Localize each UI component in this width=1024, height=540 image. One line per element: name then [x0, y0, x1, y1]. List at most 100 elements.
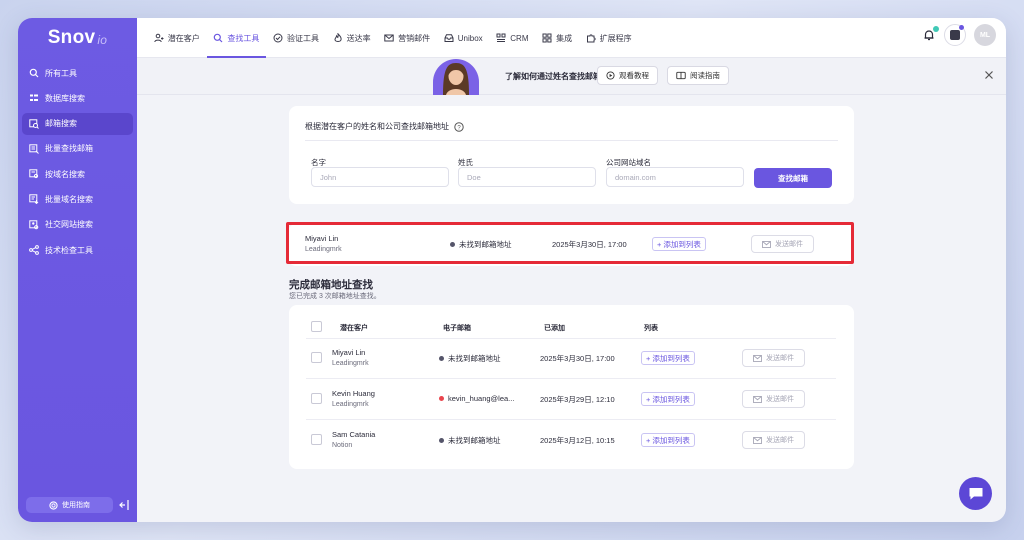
database-icon	[30, 94, 38, 102]
form-divider	[305, 140, 838, 141]
grid-icon	[542, 33, 552, 43]
tab-label: 潜在客户	[167, 33, 200, 43]
send-email-button[interactable]: 发送邮件	[742, 349, 805, 367]
sidebar-item-database-search[interactable]: 数据库搜索	[22, 87, 133, 109]
result-status-text: 未找到邮箱地址	[459, 240, 512, 249]
send-email-button[interactable]: 发送邮件	[742, 390, 805, 408]
bulk-domain-icon	[29, 194, 39, 205]
tab-deliverability[interactable]: 送达率	[326, 18, 378, 58]
social-icon	[29, 220, 39, 230]
row-date: 2025年3月12日, 10:15	[540, 436, 615, 445]
sidebar-item-bulk-email[interactable]: 批量查找邮箱	[22, 138, 133, 160]
row-checkbox[interactable]	[311, 434, 322, 445]
sidebar-item-tech-checker[interactable]: 技术检查工具	[22, 239, 133, 261]
result-date: 2025年3月30日, 17:00	[552, 240, 627, 249]
bulk-mail-icon	[29, 144, 39, 154]
notifications-button[interactable]	[922, 26, 939, 42]
row-name: Kevin Huang	[332, 389, 375, 398]
send-email-button[interactable]: 发送邮件	[742, 431, 805, 449]
user-guide-button[interactable]: 使用指南	[26, 497, 113, 513]
header-list: 列表	[644, 325, 658, 332]
inbox-icon	[444, 34, 454, 42]
sidebar-nav: 所有工具 数据库搜索 邮箱搜索 批量查找邮箱 按域名搜索 批量域名搜索 社交网站…	[22, 62, 133, 264]
sidebar-item-all-tools[interactable]: 所有工具	[22, 62, 133, 84]
tutorial-banner: 了解如何通过姓名查找邮箱 观看教程 阅读指南	[137, 58, 1006, 95]
close-icon[interactable]	[984, 70, 994, 80]
tab-crm[interactable]: CRM	[489, 18, 535, 58]
sidebar-item-label: 社交网站搜索	[45, 220, 93, 230]
add-to-list-button[interactable]: + 添加到列表	[641, 351, 695, 365]
domain-field[interactable]: domain.com	[606, 167, 744, 187]
find-email-button[interactable]: 查找邮箱	[754, 168, 832, 188]
search-icon	[29, 68, 39, 78]
header-added: 已添加	[544, 325, 565, 332]
tech-icon	[29, 245, 39, 255]
row-date: 2025年3月30日, 17:00	[540, 354, 615, 363]
last-name-field[interactable]: Doe	[458, 167, 596, 187]
avatar[interactable]: ML	[974, 24, 996, 46]
puzzle-icon	[586, 34, 596, 43]
sidebar-item-label: 所有工具	[45, 68, 77, 78]
add-to-list-button[interactable]: + 添加到列表	[641, 433, 695, 447]
read-guide-button[interactable]: 阅读指南	[667, 66, 729, 85]
row-checkbox[interactable]	[311, 393, 322, 404]
collapse-sidebar-icon[interactable]	[119, 499, 129, 511]
flame-icon	[334, 33, 342, 42]
sidebar-item-email-search[interactable]: 邮箱搜索	[22, 112, 133, 135]
tab-verify-tools[interactable]: 验证工具	[266, 18, 326, 58]
help-icon[interactable]: ?	[454, 121, 464, 132]
completed-title: 完成邮箱地址查找	[289, 279, 373, 291]
row-divider	[306, 419, 836, 420]
logo[interactable]: Snov io	[18, 18, 137, 58]
tab-campaigns[interactable]: 营销邮件	[377, 18, 437, 58]
people-icon	[154, 33, 164, 43]
banner-text: 了解如何通过姓名查找邮箱	[505, 72, 601, 81]
app-window: Snov io 所有工具 数据库搜索 邮箱搜索 批量查找邮箱 按域名搜索 批量域…	[18, 18, 1006, 522]
tab-find-tools[interactable]: 查找工具	[206, 18, 267, 58]
watch-tutorial-label: 观看教程	[619, 71, 649, 80]
tab-label: CRM	[510, 33, 529, 43]
sidebar-item-domain-search[interactable]: 按域名搜索	[22, 163, 133, 185]
search-icon	[214, 33, 223, 43]
tab-integrations[interactable]: 集成	[535, 18, 579, 58]
row-divider	[306, 338, 836, 339]
send-email-label: 发送邮件	[766, 355, 794, 362]
sidebar-item-bulk-domain[interactable]: 批量域名搜索	[22, 188, 133, 210]
apps-badge	[959, 25, 964, 30]
tab-prospects[interactable]: 潜在客户	[147, 18, 207, 58]
app-square-icon	[950, 30, 960, 40]
current-search-result: Miyavi Lin Leadingmrk 未找到邮箱地址 2025年3月30日…	[288, 224, 854, 266]
row-status-text: 未找到邮箱地址	[448, 436, 501, 445]
play-circle-icon	[606, 71, 615, 80]
add-to-list-button[interactable]: + 添加到列表	[641, 392, 695, 406]
add-to-list-label: 添加到列表	[652, 353, 690, 363]
sidebar-item-label: 批量域名搜索	[45, 194, 93, 204]
sidebar-item-label: 数据库搜索	[45, 93, 85, 103]
row-checkbox[interactable]	[311, 352, 322, 363]
tab-extensions[interactable]: 扩展程序	[579, 18, 639, 58]
form-title-text: 根据潜在客户的姓名和公司查找邮箱地址	[305, 122, 449, 131]
row-name: Sam Catania	[332, 430, 376, 439]
select-all-checkbox[interactable]	[311, 321, 322, 332]
chat-button[interactable]	[959, 477, 992, 510]
row-date: 2025年3月29日, 12:10	[540, 395, 615, 404]
add-to-list-button[interactable]: + 添加到列表	[652, 237, 706, 251]
send-email-button[interactable]: 发送邮件	[751, 235, 814, 253]
row-status: 未找到邮箱地址	[439, 435, 501, 446]
row-status-text: 未找到邮箱地址	[448, 354, 501, 363]
first-name-field[interactable]: John	[311, 167, 449, 187]
book-icon	[676, 71, 686, 80]
logo-text: Snov	[47, 27, 96, 48]
header-prospect: 潜在客户	[340, 325, 368, 332]
result-name: Miyavi Lin	[305, 234, 339, 243]
apps-button[interactable]	[944, 24, 966, 46]
row-name: Miyavi Lin	[332, 348, 366, 357]
watch-tutorial-button[interactable]: 观看教程	[597, 66, 658, 85]
mail-icon	[384, 34, 394, 42]
sidebar-item-social-search[interactable]: 社交网站搜索	[22, 214, 133, 236]
tab-unibox[interactable]: Unibox	[437, 18, 490, 58]
send-email-label: 发送邮件	[775, 241, 803, 248]
add-to-list-label: 添加到列表	[652, 435, 690, 445]
form-title: 根据潜在客户的姓名和公司查找邮箱地址 ?	[305, 121, 464, 132]
status-dot	[450, 242, 455, 247]
